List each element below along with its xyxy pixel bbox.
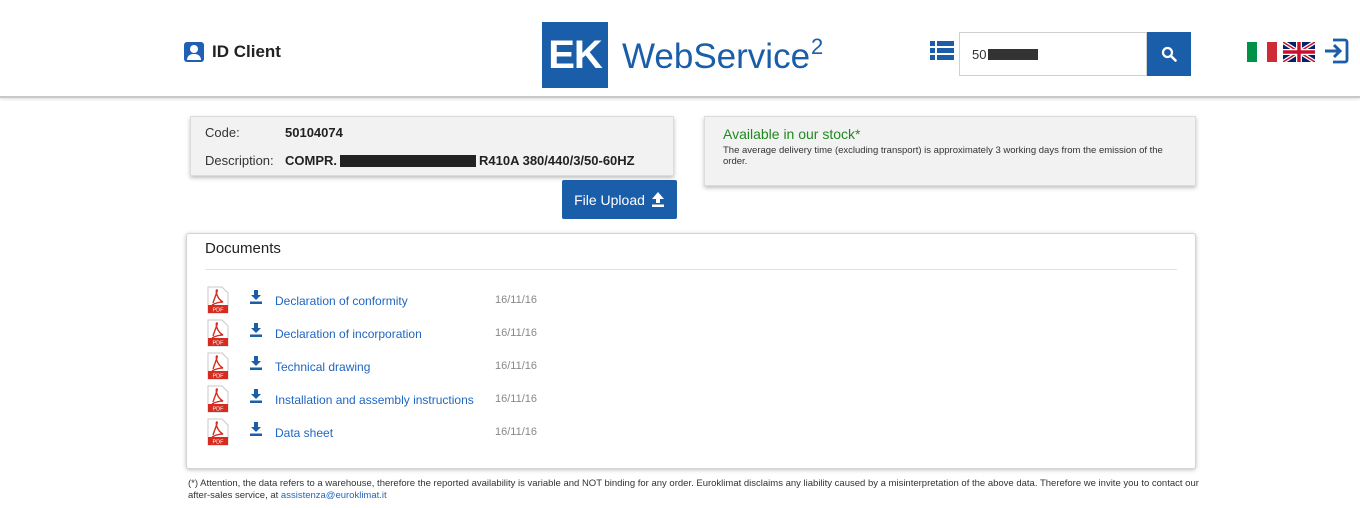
- document-row: PDF Installation and assembly instruction…: [207, 385, 807, 413]
- documents-title: Documents: [205, 240, 281, 257]
- list-icon[interactable]: [930, 41, 954, 61]
- logo-text: WebService2: [622, 34, 823, 77]
- code-row: Code: 50104074: [205, 125, 343, 140]
- search-button[interactable]: [1147, 32, 1191, 76]
- document-row: PDF Declaration of incorporation 16/11/16: [207, 319, 807, 347]
- flag-it-icon[interactable]: [1247, 42, 1277, 62]
- download-icon[interactable]: [249, 323, 263, 337]
- document-date: 16/11/16: [495, 426, 538, 438]
- logo[interactable]: EK WebService2: [542, 22, 823, 88]
- search-input[interactable]: 50: [959, 32, 1147, 76]
- logout-icon[interactable]: [1322, 37, 1350, 65]
- search-input-value: 50: [972, 46, 987, 62]
- download-icon[interactable]: [249, 422, 263, 436]
- file-upload-label: File Upload: [574, 191, 645, 208]
- document-link[interactable]: Declaration of conformity: [275, 294, 408, 308]
- header: ID Client EK WebService2 50: [0, 0, 1360, 98]
- pdf-icon[interactable]: PDF: [207, 385, 229, 413]
- document-date: 16/11/16: [495, 327, 538, 339]
- description-suffix: R410A 380/440/3/50-60HZ: [479, 153, 635, 168]
- svg-text:PDF: PDF: [213, 308, 225, 314]
- document-link[interactable]: Installation and assembly instructions: [275, 393, 474, 407]
- svg-text:PDF: PDF: [213, 407, 225, 413]
- code-value: 50104074: [285, 125, 343, 140]
- document-row: PDF Technical drawing 16/11/16: [207, 352, 807, 380]
- product-info-card: Code: 50104074 Description: COMPR. R410A…: [190, 116, 674, 176]
- documents-panel: Documents PDF Declaration of conformity 16…: [186, 233, 1196, 469]
- flag-uk-icon[interactable]: [1283, 42, 1315, 62]
- description-label: Description:: [205, 153, 274, 168]
- document-row: PDF Declaration of conformity 16/11/16: [207, 286, 807, 314]
- description-redaction: [340, 154, 476, 167]
- logo-text-sup: 2: [811, 33, 824, 59]
- document-date: 16/11/16: [495, 393, 538, 405]
- description-prefix: COMPR.: [285, 153, 337, 168]
- pdf-icon[interactable]: PDF: [207, 352, 229, 380]
- stock-title: Available in our stock*: [723, 126, 861, 142]
- document-date: 16/11/16: [495, 360, 538, 372]
- description-row: Description: COMPR. R410A 380/440/3/50-6…: [205, 153, 635, 168]
- search-icon: [1161, 46, 1177, 62]
- download-icon[interactable]: [249, 389, 263, 403]
- document-link[interactable]: Data sheet: [275, 426, 333, 440]
- download-icon[interactable]: [249, 290, 263, 304]
- id-client-label: ID Client: [212, 42, 281, 61]
- pdf-icon[interactable]: PDF: [207, 319, 229, 347]
- pdf-icon[interactable]: PDF: [207, 286, 229, 314]
- svg-text:PDF: PDF: [213, 341, 225, 347]
- support-email-link[interactable]: assistenza@euroklimat.it: [281, 490, 387, 501]
- upload-icon: [651, 192, 664, 207]
- stock-text: The average delivery time (excluding tra…: [723, 145, 1163, 167]
- svg-text:PDF: PDF: [213, 440, 225, 446]
- logo-text-main: WebService: [622, 36, 811, 76]
- logo-ek-mark: EK: [542, 22, 608, 88]
- document-date: 16/11/16: [495, 294, 538, 306]
- file-upload-button[interactable]: File Upload: [562, 180, 677, 219]
- document-link[interactable]: Technical drawing: [275, 360, 370, 374]
- code-label: Code:: [205, 125, 240, 140]
- document-link[interactable]: Declaration of incorporation: [275, 327, 422, 341]
- stock-card: Available in our stock* The average deli…: [704, 116, 1196, 186]
- documents-divider: [205, 269, 1177, 270]
- pdf-icon[interactable]: PDF: [207, 418, 229, 446]
- download-icon[interactable]: [249, 356, 263, 370]
- disclaimer-note: (*) Attention, the data refers to a ware…: [188, 478, 1218, 503]
- search-redaction: [988, 48, 1039, 60]
- user-icon: [184, 42, 204, 62]
- id-client-button[interactable]: ID Client: [184, 42, 281, 62]
- svg-text:PDF: PDF: [213, 374, 225, 380]
- document-row: PDF Data sheet 16/11/16: [207, 418, 807, 446]
